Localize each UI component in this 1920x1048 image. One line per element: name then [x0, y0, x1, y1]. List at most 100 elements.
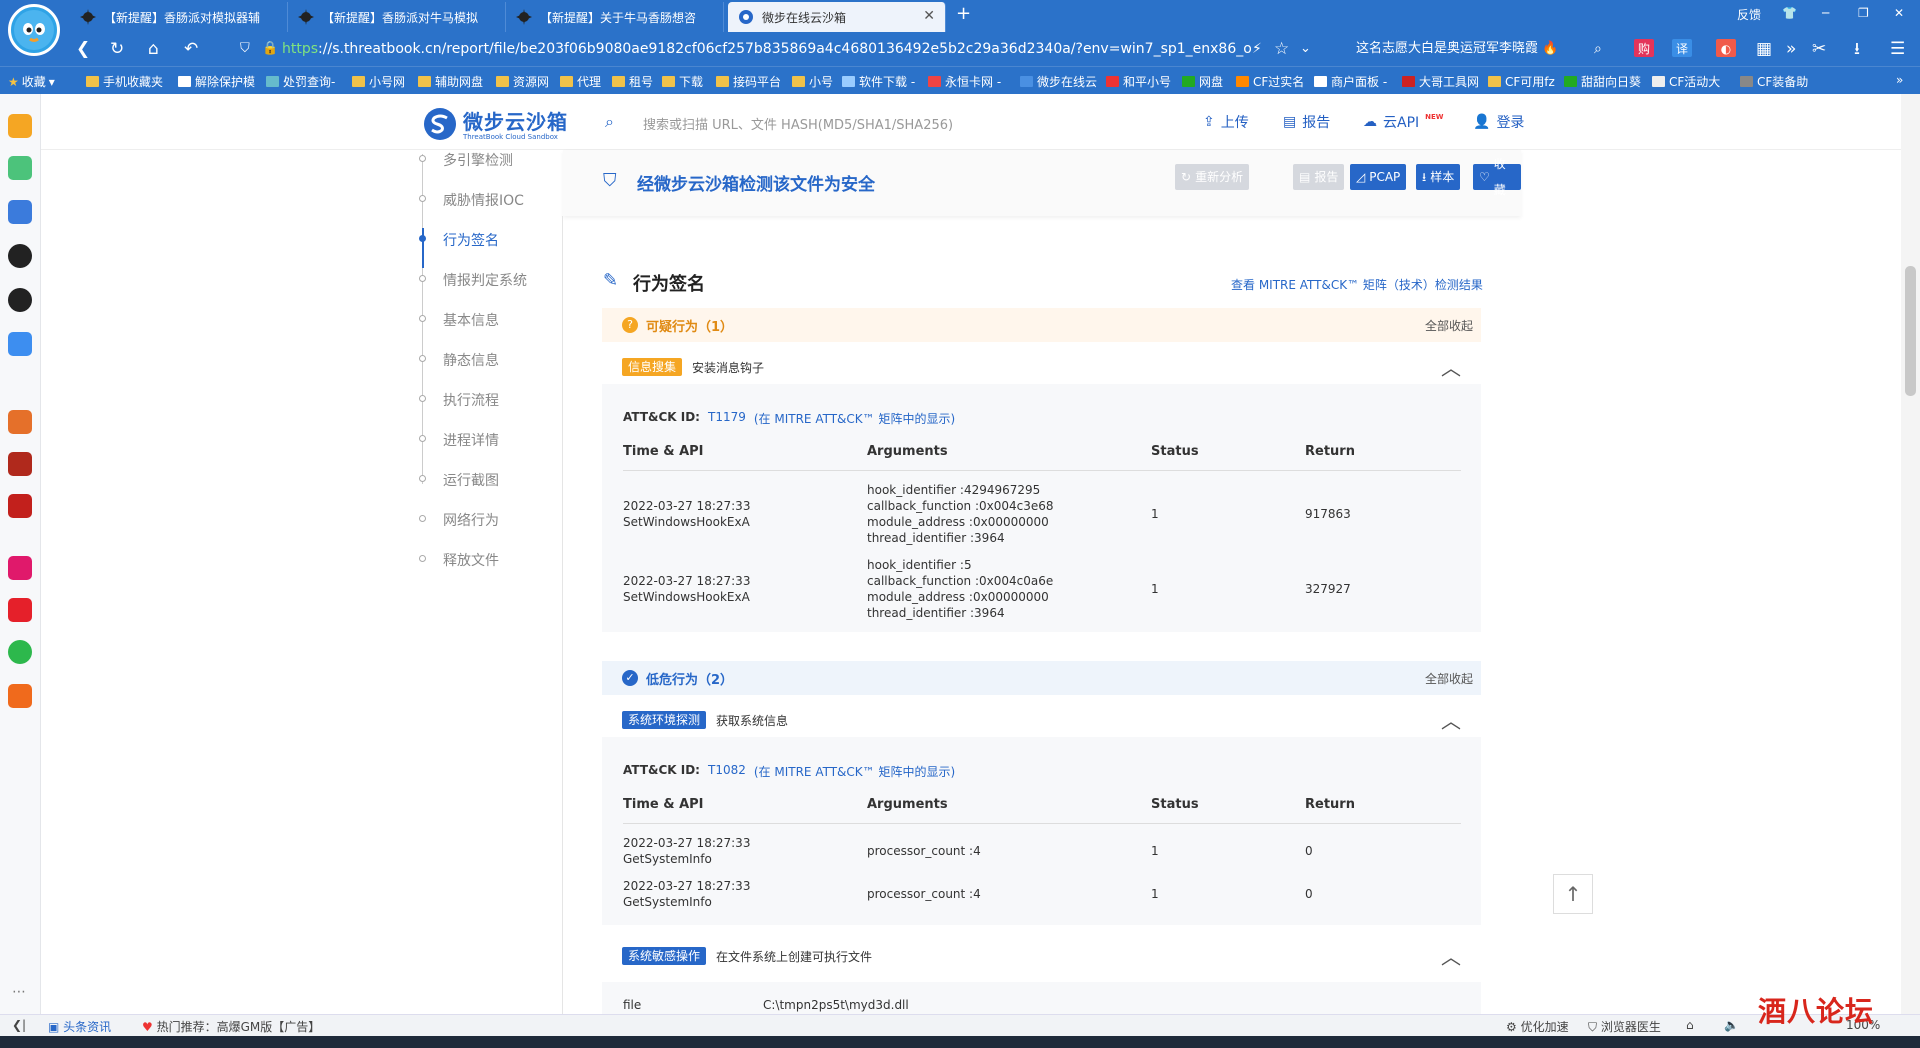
reanalyze-button[interactable]: ↻ 重新分析 [1175, 164, 1250, 190]
nav-multi-engine[interactable]: 多引擎检测 [443, 150, 513, 170]
bookmark-item[interactable]: 手机收藏夹 [86, 73, 163, 90]
favorite-button[interactable]: ♡ 收藏 [1473, 157, 1521, 197]
bookmark-item[interactable]: 甜甜向日葵 [1564, 73, 1641, 90]
speaker-icon[interactable]: 🔈 [1724, 1018, 1739, 1032]
game-icon[interactable]: ◐ [1716, 39, 1736, 57]
bookmark-item[interactable]: CF装备助 [1740, 73, 1808, 90]
feedback-link[interactable]: 反馈 [1737, 6, 1761, 23]
api-link[interactable]: ☁ 云API NEW [1363, 112, 1444, 132]
app-icon[interactable] [8, 556, 32, 580]
bookmark-item[interactable]: 下载 [662, 73, 703, 90]
search-icon[interactable]: ⌕ [1594, 39, 1602, 59]
bookmark-item[interactable]: 和平小号 [1106, 73, 1171, 90]
collapse-all-link[interactable]: 全部收起 [1425, 670, 1473, 687]
bookmark-item[interactable]: 网盘 [1182, 73, 1223, 90]
search-icon[interactable]: ⌕ [605, 112, 614, 132]
nav-screenshots[interactable]: 运行截图 [443, 470, 499, 490]
game-icon[interactable] [8, 452, 32, 476]
nav-intel-system[interactable]: 情报判定系统 [443, 270, 527, 290]
bookmark-item[interactable]: 辅助网盘 [418, 73, 483, 90]
tab-active[interactable]: 微步在线云沙箱 ✕ [728, 2, 946, 32]
app-icon[interactable] [8, 684, 32, 708]
bookmark-item[interactable]: 永恒卡网 - [928, 73, 1001, 90]
back-to-top-button[interactable]: ↑ [1553, 874, 1593, 914]
more-icon[interactable]: » [1786, 39, 1796, 59]
browser-doctor[interactable]: ⛉ 浏览器医生 [1588, 1018, 1661, 1035]
play-icon[interactable] [8, 640, 32, 664]
bookmark-item[interactable]: 商户面板 - [1314, 73, 1387, 90]
collapse-sidebar-icon[interactable]: ❮| [12, 1018, 26, 1032]
bookmark-item[interactable]: CF可用fz [1488, 73, 1555, 90]
store-icon[interactable]: ⌂ [1686, 1018, 1694, 1032]
reload-icon[interactable]: ↻ [110, 39, 124, 59]
sample-button[interactable]: ⭳ 样本 [1416, 164, 1461, 190]
news-link[interactable]: ▣ 头条资讯 [48, 1018, 111, 1035]
nav-released-files[interactable]: 释放文件 [443, 550, 499, 570]
bookmark-item[interactable]: 大哥工具网 [1402, 73, 1479, 90]
scrollbar[interactable] [1901, 94, 1920, 1014]
nav-process-detail[interactable]: 进程详情 [443, 430, 499, 450]
word-icon[interactable] [8, 200, 32, 224]
bookmark-item[interactable]: 小号网 [352, 73, 405, 90]
search-box[interactable]: 这名志愿大白是奥运冠军李晓霞 🔥 [1356, 36, 1646, 62]
close-tab-icon[interactable]: ✕ [923, 8, 935, 24]
nav-exec-flow[interactable]: 执行流程 [443, 390, 499, 410]
nav-basic-info[interactable]: 基本信息 [443, 310, 499, 330]
report-button[interactable]: ▤ 报告 [1293, 164, 1345, 190]
bookmark-item[interactable]: 解除保护模 [178, 73, 255, 90]
bookmark-item[interactable]: CF活动大 [1652, 73, 1720, 90]
undo-icon[interactable]: ↶ [184, 39, 198, 59]
nav-network[interactable]: 网络行为 [443, 510, 499, 530]
signature-row[interactable]: 系统敏感操作 在文件系统上创建可执行文件 [602, 939, 1481, 973]
bookmark-item[interactable]: 资源网 [496, 73, 549, 90]
more-icon[interactable]: ⋯ [12, 984, 26, 1000]
game-icon[interactable] [8, 410, 32, 434]
chevron-up-icon[interactable]: ︿ [1441, 705, 1461, 734]
signature-row[interactable]: 系统环境探测 获取系统信息 [602, 703, 1481, 737]
signature-row[interactable]: 信息搜集 安装消息钩子 [602, 350, 1481, 384]
browser-logo-icon[interactable] [8, 4, 60, 56]
bookmark-item[interactable]: 微步在线云 [1020, 73, 1097, 90]
chevron-down-icon[interactable]: ⌄ [1300, 39, 1311, 59]
collapse-all-link[interactable]: 全部收起 [1425, 317, 1473, 334]
search-placeholder[interactable]: 搜索或扫描 URL、文件 HASH(MD5/SHA1/SHA256) [643, 114, 953, 133]
bookmark-more-icon[interactable]: » [1896, 73, 1903, 87]
tab-3[interactable]: 【新提醒】关于牛马香肠想咨 [506, 2, 724, 32]
tab-1[interactable]: 【新提醒】香肠派对模拟器辅 [70, 2, 288, 32]
attck-matrix-link[interactable]: (在 MITRE ATT&CK™ 矩阵中的显示) [754, 410, 955, 427]
upload-link[interactable]: ⇪ 上传 [1203, 112, 1249, 132]
bookmark-item[interactable]: 租号 [612, 73, 653, 90]
nav-static-info[interactable]: 静态信息 [443, 350, 499, 370]
restore-icon[interactable]: ❐ [1858, 6, 1869, 20]
shirt-icon[interactable]: 👕 [1782, 6, 1797, 20]
speed-up[interactable]: ⚙ 优化加速 [1506, 1018, 1569, 1035]
new-tab-button[interactable]: + [956, 3, 971, 24]
site-logo[interactable]: 微步云沙箱 ThreatBook Cloud Sandbox [423, 106, 568, 141]
grid-icon[interactable]: ▦ [1756, 39, 1772, 59]
nav-behavior-signature[interactable]: 行为签名 [443, 230, 499, 250]
bookmark-item[interactable]: CF过实名 [1236, 73, 1304, 90]
hot-recommend[interactable]: ♥ 热门推荐：高爆GM版【广告】 [142, 1018, 320, 1035]
report-link[interactable]: ▤ 报告 [1283, 112, 1330, 132]
mitre-link[interactable]: 查看 MITRE ATT&CK™ 矩阵（技术）检测结果 [1231, 276, 1483, 293]
lightning-icon[interactable]: ⚡ [1252, 39, 1262, 59]
bookmark-item[interactable]: 处罚查询- [266, 73, 335, 90]
app-icon[interactable] [8, 598, 32, 622]
attck-id-link[interactable]: T1179 [708, 410, 746, 427]
attck-matrix-link[interactable]: (在 MITRE ATT&CK™ 矩阵中的显示) [754, 763, 955, 780]
scissors-icon[interactable]: ✂ [1812, 39, 1826, 59]
url-input[interactable]: https://s.threatbook.cn/report/file/be20… [282, 36, 1252, 62]
star-icon[interactable]: ☆ [1274, 39, 1289, 59]
back-icon[interactable]: ❮ [76, 39, 90, 59]
history-icon[interactable] [8, 156, 32, 180]
menu-icon[interactable]: ☰ [1890, 39, 1905, 59]
scrollbar-thumb[interactable] [1905, 266, 1916, 396]
splat-icon[interactable] [8, 288, 32, 312]
favorites-icon[interactable] [8, 114, 32, 138]
translate-icon[interactable]: 译 [1672, 39, 1692, 57]
chevron-up-icon[interactable]: ︿ [1441, 352, 1461, 381]
close-window-icon[interactable]: ✕ [1894, 6, 1904, 20]
home-icon[interactable]: ⌂ [148, 39, 159, 59]
splat-icon[interactable] [8, 244, 32, 268]
bookmark-favorites[interactable]: ★ 收藏 ▾ [8, 73, 55, 90]
